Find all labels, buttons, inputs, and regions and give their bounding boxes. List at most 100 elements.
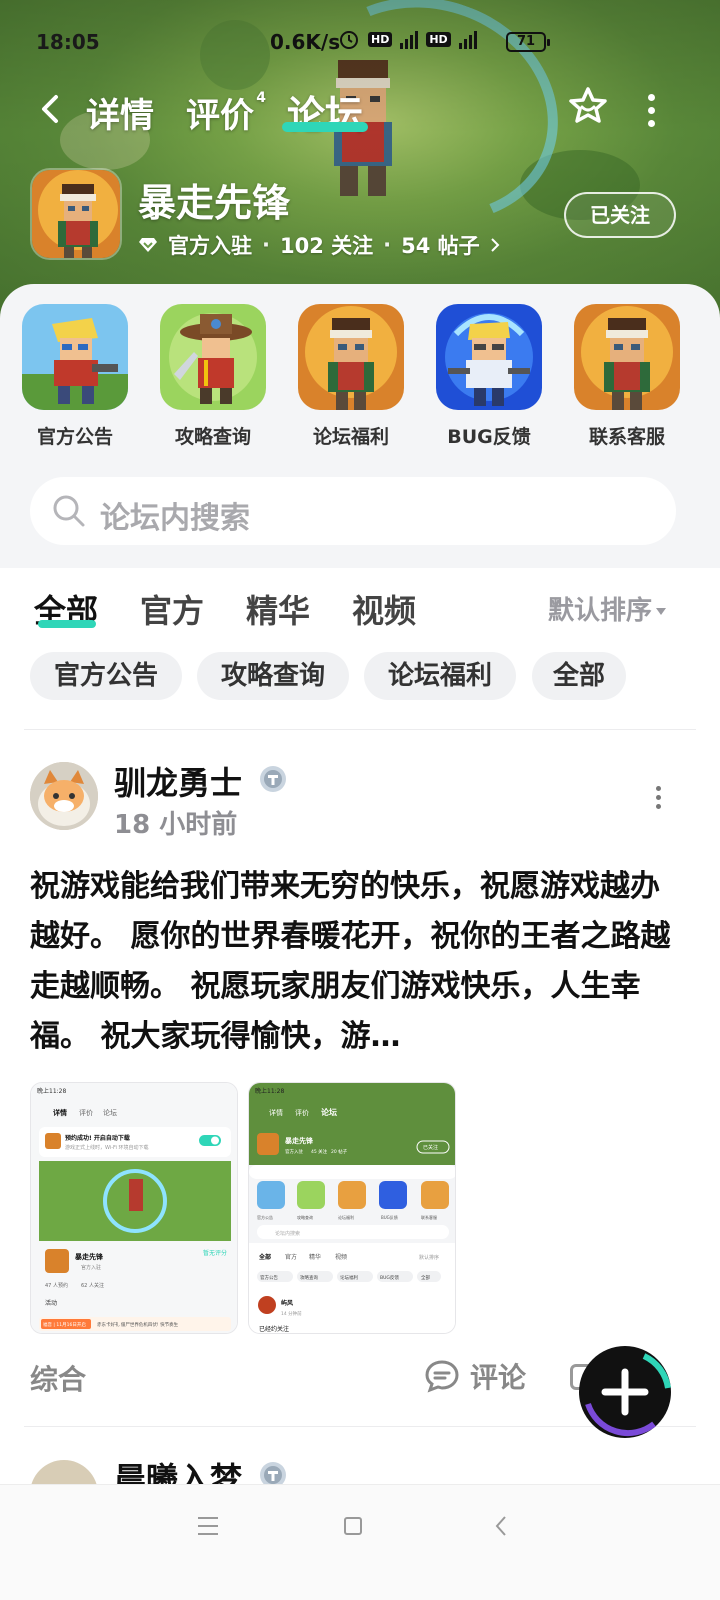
shortcut-official-notice[interactable]: 官方公告 <box>10 304 140 449</box>
shortcut-strategy[interactable]: 攻略查询 <box>148 304 278 449</box>
thumb1-tab-2: 评价 <box>79 1109 93 1117</box>
cowboy-swordsman-icon <box>160 304 266 410</box>
thumb2-meta-3: 20 帖子 <box>331 1148 348 1155</box>
thumb1-tab-1: 详情 <box>53 1108 67 1117</box>
thumb2-tab-2: 评价 <box>295 1109 309 1117</box>
thumb2-chip-1: 官方公告 <box>260 1274 278 1281</box>
thumb2-meta-2: 45 关注 <box>311 1148 328 1155</box>
feed-tab-video[interactable]: 视频 <box>352 586 416 632</box>
new-post-fab[interactable] <box>574 1344 676 1440</box>
post-content[interactable]: 祝游戏能给我们带来无穷的快乐，祝愿游戏越办越好。 愿你的世界春暖花开，祝你的王者… <box>30 862 680 1062</box>
shortcut-label: 论坛福利 <box>312 426 389 448</box>
posts-count: 54 帖子 <box>401 234 480 258</box>
thumb1-banner-tag: 福音 | 11月16日开启 <box>43 1321 86 1328</box>
comment-label: 评论 <box>470 1361 527 1394</box>
thumb1-activity: 活动 <box>45 1299 57 1307</box>
active-tab-indicator <box>282 122 368 132</box>
post-image-1[interactable]: 晚上11:28 详情 评价 论坛 预约成功! 开启自动下载 游戏正式上线时，Wi… <box>30 1082 238 1334</box>
menu-icon[interactable] <box>198 1517 218 1537</box>
battery-icon: 71 <box>506 32 550 52</box>
thumb2-tab-1: 详情 <box>269 1108 283 1117</box>
reviews-count-badge: 4 <box>256 90 266 106</box>
thumb2-chip-2: 攻略查询 <box>300 1274 318 1281</box>
shortcut-bug-report[interactable]: BUG反馈 <box>424 304 554 449</box>
post-time: 18 小时前 <box>114 810 238 840</box>
thumb2-search: 论坛内搜索 <box>275 1230 300 1237</box>
more-options-icon[interactable] <box>648 94 656 127</box>
thumb2-sc-1: 官方公告 <box>257 1214 273 1220</box>
chip-strategy[interactable]: 攻略查询 <box>197 652 349 700</box>
game-info: 暴走先锋 官方入驻 · 102 关注 · 54 帖子 已关注 <box>30 168 690 264</box>
chip-forum-perks[interactable]: 论坛福利 <box>364 652 516 700</box>
forum-search-bar[interactable]: 论坛内搜索 <box>30 477 676 545</box>
blonde-gunner-icon <box>22 304 128 410</box>
status-bar: 18:05 0.6K/s HD HD 71 <box>0 24 720 60</box>
thumb2-tab2-3: 精华 <box>309 1253 321 1261</box>
chip-all[interactable]: 全部 <box>532 652 626 700</box>
chevron-right-icon <box>490 238 500 252</box>
thumb1-stat-1: 47 人预约 <box>45 1282 68 1289</box>
thumb2-tab2-4: 视频 <box>335 1253 347 1261</box>
hd-icon-2: HD <box>426 31 451 47</box>
followers-count: 102 关注 <box>279 234 374 258</box>
shortcut-row: 官方公告 攻略查询 论坛福利 BUG反馈 联系客服 <box>0 304 720 454</box>
thumb1-rating: 暂无评分 <box>203 1249 227 1257</box>
thumb1-time: 晚上11:28 <box>37 1087 66 1095</box>
thumb2-sc-2: 攻略查询 <box>297 1214 313 1220</box>
post-category[interactable]: 综合 <box>30 1358 86 1398</box>
thumb2-game: 暴走先锋 <box>284 1136 314 1145</box>
headband-soldier-icon <box>574 304 680 410</box>
shortcut-support[interactable]: 联系客服 <box>562 304 692 449</box>
thumb2-meta-1: 官方入驻 <box>285 1148 303 1155</box>
sort-dropdown[interactable]: 默认排序 <box>548 590 667 627</box>
thumb2-sort: 默认排序 <box>419 1254 439 1261</box>
thumb2-sc-5: 联系客服 <box>421 1214 437 1220</box>
tab-details[interactable]: 详情 <box>86 88 154 137</box>
headband-soldier-icon <box>298 304 404 410</box>
favorite-star-icon[interactable] <box>566 84 610 128</box>
game-meta[interactable]: 官方入驻 · 102 关注 · 54 帖子 <box>138 230 500 260</box>
game-title: 暴走先锋 <box>138 181 291 225</box>
shortcut-forum-perks[interactable]: 论坛福利 <box>286 304 416 449</box>
thumb2-tab2-1: 全部 <box>258 1253 271 1261</box>
signal-icon-2 <box>458 29 477 49</box>
thumb2-time-ago: 14 分钟前 <box>281 1310 302 1317</box>
home-icon[interactable] <box>344 1517 362 1535</box>
follow-button[interactable]: 已关注 <box>564 192 676 238</box>
thumb2-tab2-2: 官方 <box>285 1253 297 1261</box>
shortcut-label: 攻略查询 <box>174 426 251 448</box>
thumb1-notice: 预约成功! 开启自动下载 <box>65 1134 130 1142</box>
thumb1-tab-3: 论坛 <box>103 1108 117 1117</box>
game-icon <box>30 168 122 260</box>
sort-label: 默认排序 <box>548 596 653 626</box>
chip-official-notice[interactable]: 官方公告 <box>30 652 182 700</box>
status-time: 18:05 <box>36 30 100 54</box>
back-icon[interactable] <box>494 1515 508 1537</box>
thumb2-tab-3: 论坛 <box>321 1107 337 1117</box>
avatar[interactable] <box>30 762 98 830</box>
tab-reviews[interactable]: 评价 4 <box>186 88 266 137</box>
post-more-icon[interactable] <box>656 786 662 810</box>
thumb1-stat-2: 62 人关注 <box>81 1282 104 1289</box>
next-post-card[interactable]: 晨曦入梦 <box>0 1438 720 1490</box>
divider <box>24 729 696 730</box>
post-author[interactable]: 驯龙勇士 <box>114 758 242 804</box>
comment-button[interactable]: 评论 <box>424 1356 526 1396</box>
blue-hero-icon <box>436 304 542 410</box>
system-icons: HD HD <box>338 28 477 50</box>
thumb1-banner-text: 赤东卡好礼 僵尸世界危机四伏! 快节奏生 <box>97 1321 179 1328</box>
thumb2-snippet: 已经约关注 <box>259 1325 289 1333</box>
post-image-2[interactable]: 晚上11:28 详情 评价 论坛 暴走先锋 官方入驻 45 关注 20 帖子 已… <box>248 1082 456 1334</box>
thumb2-time: 晚上11:28 <box>255 1087 284 1095</box>
search-placeholder: 论坛内搜索 <box>100 501 250 536</box>
feed-tab-indicator <box>38 620 96 628</box>
feed-tab-featured[interactable]: 精华 <box>246 586 310 632</box>
thumb2-chip-3: 论坛福利 <box>340 1274 358 1281</box>
diamond-verified-icon <box>139 238 157 252</box>
shortcut-label: 联系客服 <box>588 426 665 448</box>
feed-tab-official[interactable]: 官方 <box>140 586 204 632</box>
back-arrow-icon[interactable] <box>36 92 66 126</box>
verified-label: 官方入驻 <box>168 234 252 258</box>
thumb2-author: 屿风 <box>281 1299 293 1307</box>
hd-icon: HD <box>368 31 393 47</box>
